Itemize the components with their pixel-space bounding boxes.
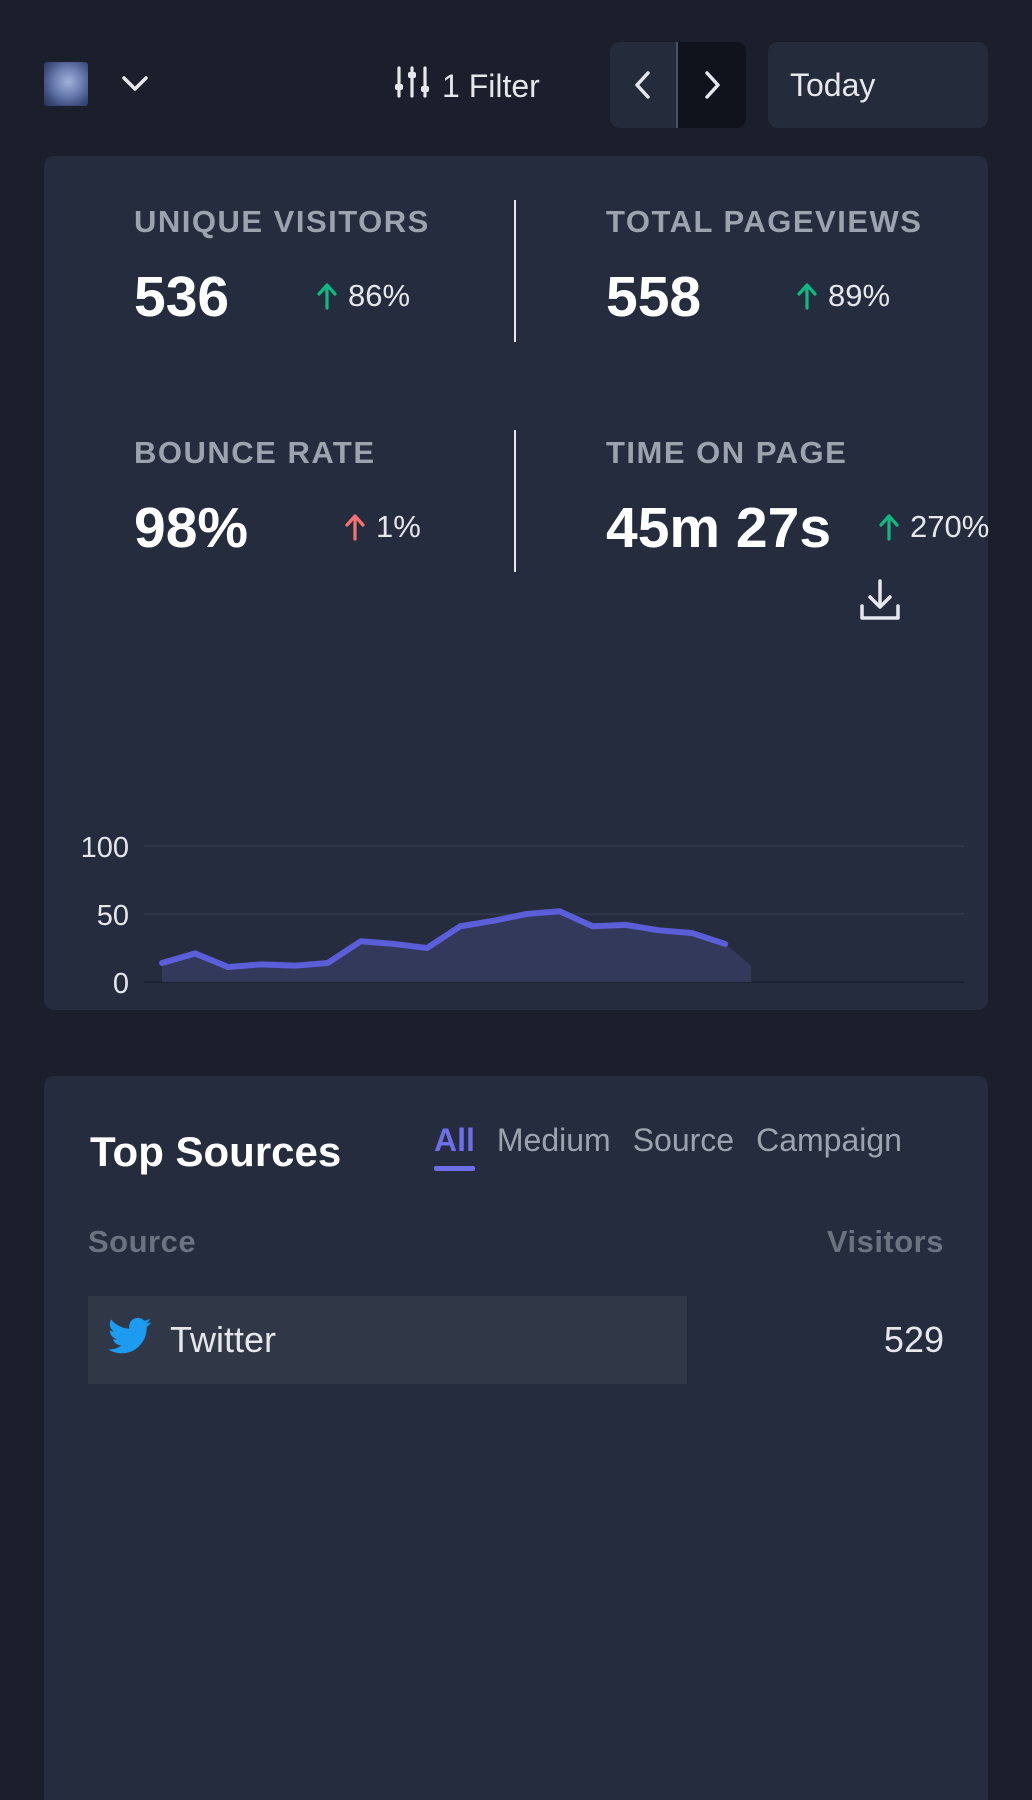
chevron-right-icon bbox=[705, 71, 720, 99]
tab-campaign[interactable]: Campaign bbox=[756, 1122, 902, 1171]
filter-button[interactable]: 1 Filter bbox=[394, 62, 540, 110]
stat-value: 536 bbox=[134, 265, 230, 329]
row-visitors: 529 bbox=[883, 1319, 944, 1360]
tab-medium[interactable]: Medium bbox=[497, 1122, 611, 1171]
arrow-up-icon bbox=[797, 283, 817, 310]
stat-time-on-page[interactable]: TIME ON PAGE 45m 27s 270% bbox=[606, 435, 989, 560]
download-button[interactable] bbox=[856, 576, 904, 626]
visitors-chart: 10050012am5am10am3pm8pm bbox=[81, 832, 964, 996]
top-sources-title: Top Sources bbox=[90, 1128, 342, 1175]
stat-label: BOUNCE RATE bbox=[134, 435, 376, 470]
period-select[interactable]: Today bbox=[768, 42, 988, 128]
filter-label: 1 Filter bbox=[442, 67, 540, 104]
stat-change-value: 270% bbox=[910, 509, 990, 544]
arrow-up-icon bbox=[879, 514, 899, 541]
stat-bounce-rate[interactable]: BOUNCE RATE 98% 1% bbox=[134, 435, 421, 560]
series-area bbox=[162, 911, 752, 982]
site-favicon bbox=[44, 62, 88, 106]
download-icon bbox=[860, 579, 900, 620]
column-header-source: Source bbox=[88, 1224, 197, 1259]
stat-change: 1% bbox=[344, 509, 421, 545]
arrow-up-icon bbox=[317, 283, 337, 310]
stat-change: 89% bbox=[796, 278, 890, 314]
source-tabs: All Medium Source Campaign bbox=[434, 1122, 902, 1171]
y-tick-label: 50 bbox=[97, 900, 129, 932]
twitter-icon bbox=[108, 1317, 152, 1364]
period-pager bbox=[610, 42, 746, 128]
stat-value: 45m 27s bbox=[606, 496, 832, 560]
next-period-button[interactable] bbox=[678, 42, 746, 128]
top-sources-card: Top Sources All Medium Source Campaign S… bbox=[44, 1076, 988, 1800]
stat-value: 98% bbox=[134, 496, 249, 560]
previous-period-button[interactable] bbox=[610, 42, 678, 128]
row-source: Twitter bbox=[108, 1296, 276, 1384]
stat-change: 270% bbox=[878, 509, 989, 545]
tab-source[interactable]: Source bbox=[633, 1122, 734, 1171]
sliders-icon bbox=[394, 66, 430, 106]
stat-change: 86% bbox=[316, 278, 410, 314]
stat-change-value: 89% bbox=[828, 278, 891, 313]
y-tick-label: 0 bbox=[113, 968, 129, 996]
stat-label: UNIQUE VISITORS bbox=[134, 204, 430, 239]
site-picker[interactable] bbox=[44, 62, 152, 106]
stats-card: UNIQUE VISITORS 536 86% TOTAL PAGEVIEWS … bbox=[44, 156, 989, 1010]
chevron-down-icon[interactable] bbox=[118, 67, 152, 101]
stat-divider bbox=[514, 200, 516, 342]
stat-label: TIME ON PAGE bbox=[606, 435, 848, 470]
stat-value: 558 bbox=[606, 265, 702, 329]
stat-change-value: 1% bbox=[376, 509, 421, 544]
arrow-up-icon bbox=[345, 514, 365, 541]
table-row[interactable]: Twitter 529 bbox=[88, 1296, 944, 1384]
top-bar: 1 Filter Today bbox=[0, 0, 1032, 140]
period-label: Today bbox=[790, 66, 876, 103]
stat-label: TOTAL PAGEVIEWS bbox=[606, 204, 923, 239]
tab-all[interactable]: All bbox=[434, 1122, 475, 1171]
y-tick-label: 100 bbox=[81, 832, 129, 864]
chevron-left-icon bbox=[635, 71, 650, 99]
row-source-name: Twitter bbox=[170, 1319, 277, 1360]
stat-divider bbox=[514, 430, 516, 572]
stat-change-value: 86% bbox=[348, 278, 411, 313]
column-header-visitors: Visitors bbox=[826, 1224, 944, 1259]
stat-unique-visitors[interactable]: UNIQUE VISITORS 536 86% bbox=[134, 204, 430, 329]
stat-total-pageviews[interactable]: TOTAL PAGEVIEWS 558 89% bbox=[606, 204, 923, 329]
